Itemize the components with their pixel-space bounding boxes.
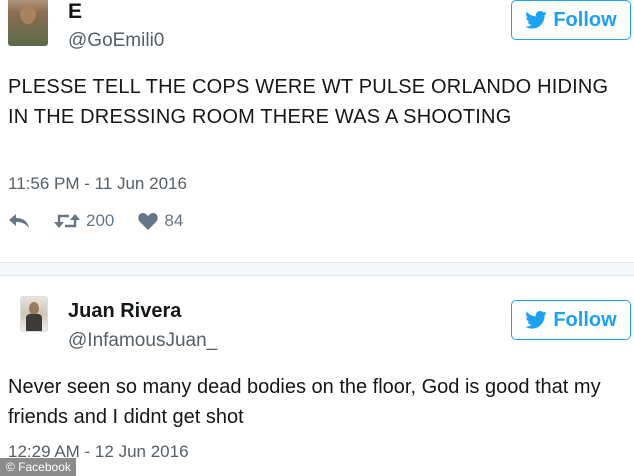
retweet-count: 200: [86, 211, 115, 230]
like-button[interactable]: 84: [138, 211, 183, 231]
tweet-timestamp[interactable]: 11:56 PM - 11 Jun 2016: [8, 174, 187, 194]
user-handle[interactable]: @InfamousJuan_: [68, 330, 217, 352]
twitter-bird-icon: [525, 11, 548, 29]
tweet-text: Never seen so many dead bodies on the fl…: [8, 376, 601, 428]
like-count: 84: [164, 211, 184, 230]
user-name[interactable]: Juan Rivera: [68, 300, 181, 323]
tweet-card: Juan Rivera @InfamousJuan_ Follow Never …: [0, 276, 634, 476]
tweet-separator: [0, 263, 634, 275]
avatar[interactable]: [8, 0, 48, 46]
follow-button[interactable]: Follow: [511, 0, 631, 40]
avatar[interactable]: [20, 296, 48, 332]
tweet-actions: 200 84: [8, 209, 183, 233]
tweet-card: E @GoEmili0 Follow PLESSE TELL THE COPS …: [0, 0, 634, 262]
user-name[interactable]: E: [68, 0, 82, 24]
reply-button[interactable]: [8, 213, 30, 229]
user-handle[interactable]: @GoEmili0: [68, 30, 164, 52]
follow-button[interactable]: Follow: [511, 300, 631, 340]
twitter-bird-icon: [525, 311, 548, 329]
watermark: © Facebook: [0, 458, 76, 476]
retweet-icon: [54, 214, 80, 228]
heart-icon: [138, 213, 159, 230]
follow-button-label: Follow: [553, 8, 617, 31]
tweet-text: PLESSE TELL THE COPS WERE WT PULSE ORLAN…: [8, 76, 609, 128]
avatar-face: [20, 4, 36, 24]
follow-button-label: Follow: [553, 308, 617, 331]
retweet-button[interactable]: 200: [54, 211, 114, 231]
reply-icon: [9, 214, 29, 228]
avatar-body: [26, 314, 42, 331]
